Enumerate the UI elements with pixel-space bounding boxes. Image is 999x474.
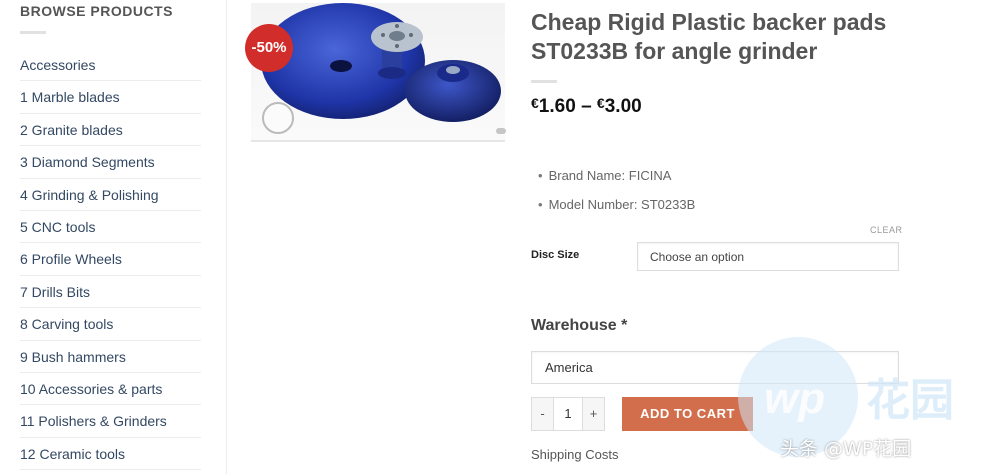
quantity-minus-button[interactable]: -	[532, 398, 553, 430]
product-title: Cheap Rigid Plastic backer pads ST0233B …	[531, 9, 887, 64]
clear-selection-link[interactable]: CLEAR	[870, 225, 903, 235]
attribute-model: Model Number: ST0233B	[538, 195, 696, 224]
shipping-costs-label: Shipping Costs	[531, 447, 619, 462]
currency-symbol: €	[596, 95, 605, 111]
sidebar-title: BROWSE PRODUCTS	[20, 3, 173, 19]
disc-size-select[interactable]: Choose an option	[637, 242, 899, 271]
category-item[interactable]: 8 Carving tools	[20, 308, 201, 341]
zoom-icon[interactable]	[262, 102, 294, 134]
watermark-text: 头条 @WP花园	[780, 438, 912, 460]
category-sidebar: BROWSE PRODUCTS Accessories 1 Marble bla…	[20, 0, 201, 471]
price-max: 3.00	[604, 96, 642, 117]
sidebar-divider	[20, 31, 46, 34]
category-item[interactable]: 2 Granite blades	[20, 114, 201, 147]
price-range: €1.60 – €3.00	[531, 95, 642, 118]
spindle-base	[378, 67, 406, 79]
disc-size-label: Disc Size	[531, 249, 580, 261]
large-pad-hole	[330, 60, 352, 72]
quantity-plus-button[interactable]: +	[583, 398, 604, 430]
category-item[interactable]: 9 Bush hammers	[20, 341, 201, 373]
warehouse-label: Warehouse *	[531, 317, 628, 334]
flange-nut	[389, 31, 405, 41]
attribute-brand: Brand Name: FICINA	[538, 166, 695, 195]
category-list: Accessories 1 Marble blades 2 Granite bl…	[20, 49, 201, 471]
quantity-stepper: - 1 +	[531, 397, 605, 431]
price-separator: –	[581, 96, 592, 117]
category-item[interactable]: 7 Drills Bits	[20, 276, 201, 309]
category-item[interactable]: 1 Marble blades	[20, 81, 201, 114]
category-item[interactable]: 3 Diamond Segments	[20, 146, 201, 179]
category-item[interactable]: 5 CNC tools	[20, 211, 201, 244]
add-to-cart-button[interactable]: ADD TO CART	[622, 397, 753, 431]
category-item[interactable]: Accessories	[20, 49, 201, 82]
price-min: 1.60	[538, 96, 576, 117]
quantity-input[interactable]: 1	[553, 398, 583, 430]
sale-badge: -50%	[245, 24, 293, 72]
title-divider	[531, 80, 557, 83]
gallery-dot[interactable]	[496, 128, 506, 134]
warehouse-select[interactable]: America	[531, 351, 899, 384]
sidebar-separator	[226, 0, 227, 474]
category-item[interactable]: 12 Ceramic tools	[20, 438, 201, 471]
category-item[interactable]: 6 Profile Wheels	[20, 243, 201, 276]
category-item[interactable]: 10 Accessories & parts	[20, 373, 201, 406]
small-pad-nut	[446, 66, 460, 74]
currency-symbol: €	[531, 95, 539, 111]
product-attributes: Brand Name: FICINA Model Number: ST0233B	[538, 166, 696, 224]
category-item[interactable]: 4 Grinding & Polishing	[20, 179, 201, 211]
category-item[interactable]: 11 Polishers & Grinders	[20, 405, 201, 438]
